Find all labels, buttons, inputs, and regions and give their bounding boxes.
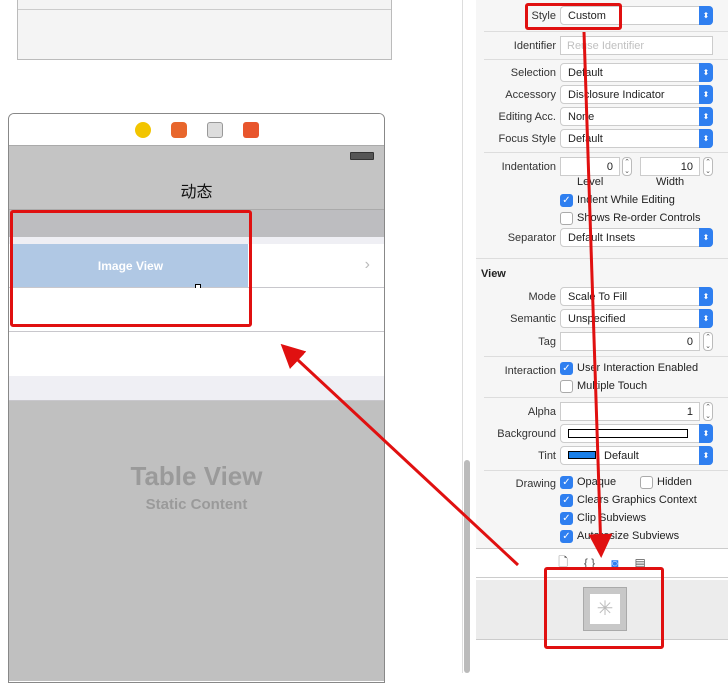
table-view-icon[interactable] — [206, 121, 223, 138]
view-controller-icon[interactable] — [134, 121, 151, 138]
exit-icon[interactable] — [242, 121, 259, 138]
editing-accessory-popup[interactable]: None ⬍ — [560, 107, 713, 126]
view-section-title: View — [481, 268, 506, 280]
tint-popup[interactable]: Default ⬍ — [560, 446, 713, 465]
alpha-stepper[interactable]: ⌃ ⌄ — [703, 402, 713, 421]
semantic-popup[interactable]: Unspecified ⬍ — [560, 309, 713, 328]
opaque-checkbox[interactable]: ✓ — [560, 476, 573, 489]
multiple-touch-checkbox[interactable] — [560, 380, 573, 393]
alpha-field[interactable]: 1 — [560, 402, 700, 421]
annotation-box — [544, 567, 664, 649]
tag-stepper[interactable]: ⌃ ⌄ — [703, 332, 713, 351]
scene-dock — [9, 114, 384, 146]
width-stepper[interactable]: ⌃ ⌄ — [703, 157, 713, 176]
separator-popup[interactable]: Default Insets ⬍ — [560, 228, 713, 247]
table-view-subtitle: Static Content — [145, 496, 248, 513]
shows-reorder-checkbox[interactable] — [560, 212, 573, 225]
clip-subviews-checkbox[interactable]: ✓ — [560, 512, 573, 525]
nav-title: 动态 — [180, 184, 213, 201]
indentation-width-field[interactable]: 10 — [640, 157, 700, 176]
autoresize-subviews-checkbox[interactable]: ✓ — [560, 530, 573, 543]
scene-above — [17, 0, 392, 60]
annotation-box — [525, 3, 622, 30]
attributes-inspector: Style Custom ⬍ Identifier Reuse Identifier … — [476, 0, 728, 548]
clears-graphics-checkbox[interactable]: ✓ — [560, 494, 573, 507]
selection-popup[interactable]: Default ⬍ — [560, 63, 713, 82]
tag-field[interactable]: 0 — [560, 332, 700, 351]
mode-popup[interactable]: Scale To Fill ⬍ — [560, 287, 713, 306]
table-view-placeholder[interactable]: Table View Static Content — [9, 401, 384, 681]
identifier-field[interactable]: Reuse Identifier — [560, 36, 713, 55]
annotation-box — [10, 210, 252, 327]
background-color-popup[interactable]: ⬍ — [560, 424, 713, 443]
level-stepper[interactable]: ⌃ ⌄ — [622, 157, 632, 176]
battery-icon — [350, 152, 374, 160]
indent-while-editing-checkbox[interactable]: ✓ — [560, 194, 573, 207]
hidden-checkbox[interactable] — [640, 476, 653, 489]
user-interaction-checkbox[interactable]: ✓ — [560, 362, 573, 375]
indentation-level-field[interactable]: 0 — [560, 157, 620, 176]
accessory-popup[interactable]: Disclosure Indicator ⬍ — [560, 85, 713, 104]
table-view-controller-scene[interactable]: 动态 Image View › Table View Static Conten… — [8, 113, 385, 683]
navigation-bar: 动态 — [9, 146, 384, 210]
table-cell[interactable] — [9, 332, 384, 376]
scrollbar[interactable] — [464, 460, 470, 673]
table-view-title: Table View — [130, 461, 263, 491]
focus-style-popup[interactable]: Default ⬍ — [560, 129, 713, 148]
first-responder-icon[interactable] — [170, 121, 187, 138]
chevron-right-icon: › — [364, 256, 370, 273]
